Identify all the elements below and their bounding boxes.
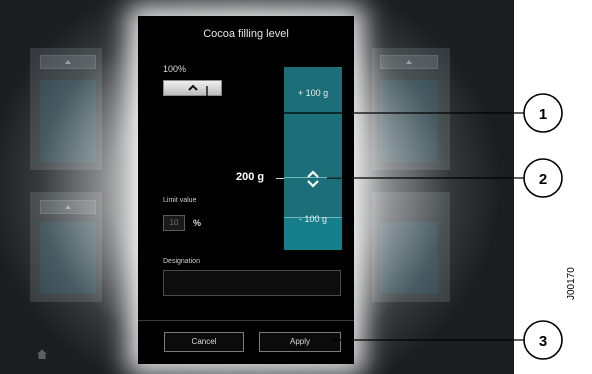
callout-number-1: 1 xyxy=(539,106,547,123)
limit-unit-label: % xyxy=(193,218,202,228)
machine-screen: Cocoa filling level 100% + 100 g - 100 g… xyxy=(0,0,514,374)
set-maximum-button[interactable] xyxy=(163,80,222,96)
dialog-title: Cocoa filling level xyxy=(203,28,289,40)
designation-field[interactable] xyxy=(163,270,341,296)
cocoa-filling-dialog: Cocoa filling level 100% + 100 g - 100 g… xyxy=(138,16,354,364)
footer-divider xyxy=(138,320,354,321)
designation-label: Designation xyxy=(163,258,200,265)
background-level-column-2 xyxy=(40,222,96,294)
callout-circle-3 xyxy=(523,320,563,360)
slider-handle-icon[interactable] xyxy=(305,169,321,189)
percent-label: 100% xyxy=(163,64,187,74)
callout-number-3: 3 xyxy=(539,333,547,350)
cancel-button[interactable]: Cancel xyxy=(164,332,244,352)
background-up-tab-right[interactable] xyxy=(380,55,438,69)
home-icon[interactable] xyxy=(36,348,48,360)
current-value-label: 200 g xyxy=(236,171,265,183)
background-up-tab-2[interactable] xyxy=(40,200,96,214)
background-level-column xyxy=(40,80,96,162)
callout-circle-1 xyxy=(523,93,563,133)
callout-circle-2 xyxy=(523,158,563,198)
limit-value-field[interactable]: 10 xyxy=(163,215,185,231)
apply-button[interactable]: Apply xyxy=(259,332,341,352)
background-level-column-right-2 xyxy=(380,222,438,294)
value-pointer xyxy=(276,178,284,179)
background-level-column-right xyxy=(380,80,438,162)
limit-value-label: Limit value xyxy=(163,197,197,204)
chevron-up-icon xyxy=(188,84,198,91)
filling-level-slider[interactable]: + 100 g - 100 g xyxy=(284,67,342,250)
document-code: J00170 xyxy=(566,267,577,300)
slider-plus-label: + 100 g xyxy=(297,88,329,98)
slider-minus-label: - 100 g xyxy=(298,214,328,224)
background-up-tab[interactable] xyxy=(40,55,96,69)
callout-number-2: 2 xyxy=(539,171,547,188)
